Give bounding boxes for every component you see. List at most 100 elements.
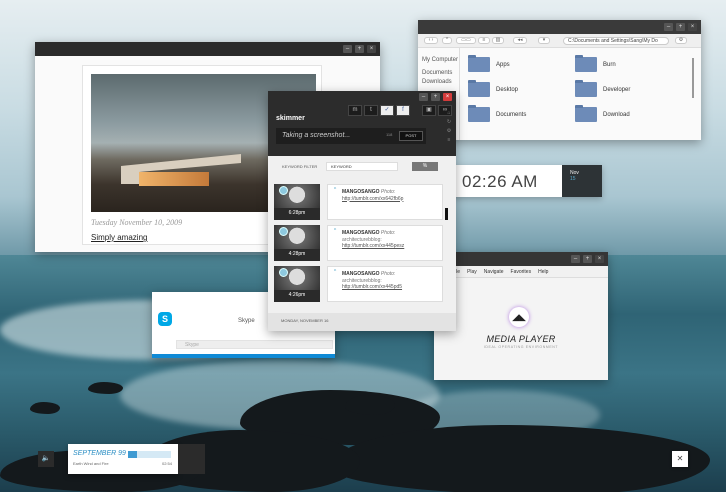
quote-icon: “: [334, 228, 337, 235]
facebook-icon[interactable]: f: [396, 105, 410, 116]
entry-text: “ MANGOSANGO Photo: http://tumblr.com/xx…: [327, 184, 443, 220]
maximize-button[interactable]: +: [676, 23, 685, 31]
avatar: [279, 186, 288, 195]
image-icon[interactable]: ▣: [422, 105, 436, 116]
scrollbar-thumb[interactable]: [445, 208, 448, 220]
close-button[interactable]: ×: [367, 45, 376, 53]
entry-link[interactable]: http://tumblr.com/xx642fb6p: [342, 196, 403, 202]
service-buttons: m t ✓ f ▣ ∞: [348, 105, 452, 116]
skimmer-side-icons: ⌂ ↻ ⚙ ≡: [444, 109, 454, 145]
back-forward-icon[interactable]: ‹ ›: [424, 37, 438, 44]
minimize-button[interactable]: –: [571, 255, 580, 263]
folder-developer[interactable]: Developer: [575, 80, 630, 97]
rock: [30, 402, 60, 414]
clock-time: 02:26 AM: [462, 172, 538, 191]
media-player-window: – + × File Play Navigate Favorites Help …: [434, 252, 608, 380]
feed-entry[interactable]: 4:28pm “ MANGOSANGO Photo: architectureb…: [274, 225, 444, 263]
post-button[interactable]: POST: [399, 131, 423, 141]
media-title: MEDIA PLAYER: [486, 334, 556, 344]
folder-documents[interactable]: Documents: [468, 105, 526, 122]
minimize-button[interactable]: –: [419, 93, 428, 101]
volume-icon[interactable]: 🔈: [38, 451, 54, 467]
close-icon[interactable]: ✕: [672, 451, 688, 467]
music-side-panel: [178, 444, 205, 474]
address-bar[interactable]: C:\Documents and Settings\Sang\My Do: [563, 37, 669, 45]
view-columns-icon[interactable]: ▥: [492, 37, 504, 44]
clock-widget: 02:26 AM Nov 15: [452, 165, 602, 197]
feed-entry[interactable]: 4:26pm “ MANGOSANGO Photo: architectureb…: [274, 266, 444, 304]
close-button[interactable]: ×: [688, 23, 697, 31]
rock: [330, 425, 710, 492]
twitter-icon[interactable]: t: [364, 105, 378, 116]
folder-download[interactable]: Download: [575, 105, 630, 122]
folder-desktop[interactable]: Desktop: [468, 80, 518, 97]
entry-text: “ MANGOSANGO Photo: architecturebblog: h…: [327, 225, 443, 261]
folder-icon: [468, 80, 490, 97]
myspace-icon[interactable]: m: [348, 105, 362, 116]
refresh-icon[interactable]: ↻: [444, 118, 454, 127]
sidebar-item-downloads[interactable]: Downloads: [422, 78, 459, 87]
entry-thumbnail[interactable]: 4:26pm: [274, 266, 320, 302]
scrollbar[interactable]: [692, 58, 694, 98]
entry-time: 4:28pm: [288, 251, 306, 257]
keyword-input[interactable]: KEYWORD: [326, 162, 398, 171]
check-icon[interactable]: ✓: [380, 105, 394, 116]
media-titlebar[interactable]: – + ×: [434, 252, 608, 266]
minimize-button[interactable]: –: [664, 23, 673, 31]
keyword-filter-row: KEYWORD FILTER KEYWORD %: [276, 161, 446, 173]
calendar-badge[interactable]: Nov 15: [562, 165, 602, 197]
folder-burn[interactable]: Burn: [575, 55, 616, 72]
nav-arrows-icon[interactable]: ◂◂: [513, 37, 527, 44]
entry-thumbnail[interactable]: 4:28pm: [274, 225, 320, 261]
home-icon[interactable]: ⌂: [444, 109, 454, 118]
folder-icon: [575, 80, 597, 97]
folder-icon: [468, 105, 490, 122]
song-progress-bar[interactable]: [128, 451, 171, 458]
up-icon[interactable]: ^: [442, 37, 452, 44]
filter-label: KEYWORD FILTER: [282, 164, 318, 169]
post-title-link[interactable]: Simply amazing: [91, 233, 147, 242]
sidebar-item-my-computer[interactable]: My Computer: [422, 56, 459, 65]
explorer-titlebar[interactable]: – + ×: [418, 20, 701, 34]
folder-apps[interactable]: Apps: [468, 55, 510, 72]
song-title: SEPTEMBER 99: [73, 450, 126, 457]
entry-thumbnail[interactable]: 6:28pm: [274, 184, 320, 220]
menu-help[interactable]: Help: [538, 269, 548, 277]
entry-text: “ MANGOSANGO Photo: architecturebblog: h…: [327, 266, 443, 302]
day-header: MONDAY, NOVEMBER 16: [268, 313, 456, 331]
sidebar-item-documents[interactable]: Documents: [422, 69, 459, 78]
menu-navigate[interactable]: Navigate: [484, 269, 504, 277]
skimmer-header: – + × skimmer m t ✓ f ▣ ∞ Taking a scree…: [268, 91, 456, 156]
blog-titlebar[interactable]: – + ×: [35, 42, 380, 56]
menu-favorites[interactable]: Favorites: [511, 269, 532, 277]
minimize-button[interactable]: –: [343, 45, 352, 53]
rock: [88, 382, 123, 394]
skimmer-logo: skimmer: [276, 115, 305, 122]
media-subtitle: IDEAL OPERATING ENVIRONMENT: [483, 345, 559, 349]
song-duration: 02:54: [161, 461, 172, 466]
maximize-button[interactable]: +: [431, 93, 440, 101]
settings-icon[interactable]: ⚙: [675, 37, 687, 44]
avatar: [279, 268, 288, 277]
entry-time: 6:28pm: [288, 210, 306, 216]
maximize-button[interactable]: +: [355, 45, 364, 53]
song-artist: Earth Wind and Fire: [73, 461, 109, 466]
menu-icon[interactable]: ≡: [444, 136, 454, 145]
view-list-icon[interactable]: ≡: [478, 37, 490, 44]
quote-icon: “: [334, 187, 337, 194]
maximize-button[interactable]: +: [583, 255, 592, 263]
view-toggle-icon[interactable]: ▭▭: [456, 37, 476, 44]
close-button[interactable]: ×: [595, 255, 604, 263]
action-icon[interactable]: ▾: [538, 37, 550, 44]
percent-button[interactable]: %: [412, 162, 438, 171]
entry-link[interactable]: http://tumblr.com/xx445pesz: [342, 243, 404, 249]
menu-play[interactable]: Play: [467, 269, 477, 277]
close-button[interactable]: ×: [443, 93, 452, 101]
feed-entry[interactable]: 6:28pm “ MANGOSANGO Photo: http://tumblr…: [274, 184, 444, 222]
settings-icon[interactable]: ⚙: [444, 127, 454, 136]
media-menubar: File Play Navigate Favorites Help: [434, 266, 608, 278]
entry-link[interactable]: http://tumblr.com/xx445pd5: [342, 284, 402, 290]
skype-search-input[interactable]: Skype: [176, 340, 333, 349]
calendar-day: 15: [570, 176, 576, 182]
folder-icon: [468, 55, 490, 72]
